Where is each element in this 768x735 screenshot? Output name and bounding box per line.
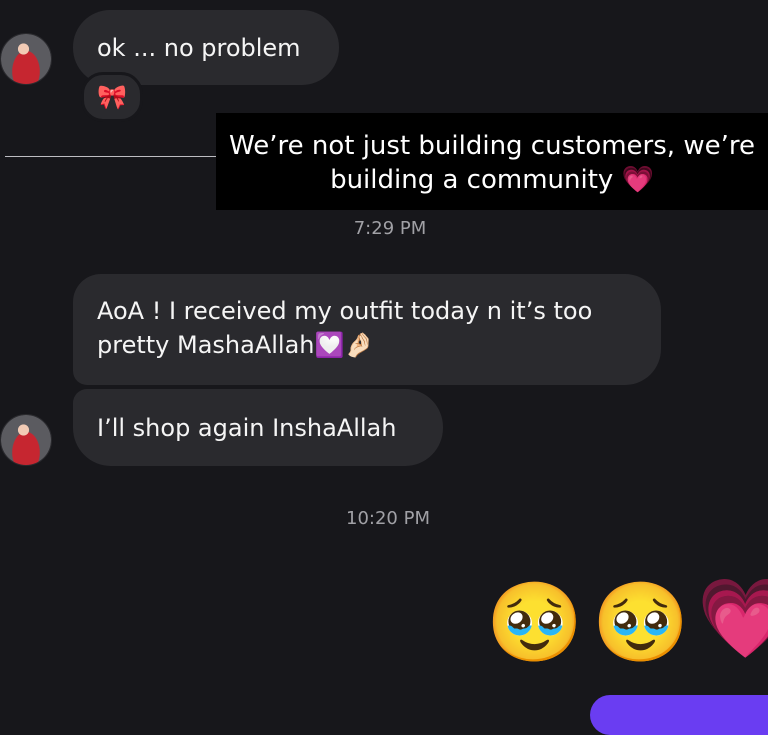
- avatar[interactable]: [0, 414, 52, 466]
- pleading-face-emoji[interactable]: 🥹: [486, 578, 583, 668]
- pleading-face-emoji[interactable]: 🥹: [592, 578, 689, 668]
- growing-heart-emoji[interactable]: 💗: [697, 574, 768, 664]
- message-text-line: pretty MashaAllah💟🤌🏻: [97, 331, 375, 359]
- story-reply-card[interactable]: We’re not just building customers, we’re…: [216, 113, 768, 210]
- message-text-line: AoA ! I received my outfit today n it’s …: [97, 297, 593, 325]
- story-text: We’re not just building customers, we’re…: [229, 131, 755, 195]
- timestamp: 10:20 PM: [346, 508, 430, 529]
- message-text: I’ll shop again InshaAllah: [97, 413, 397, 442]
- message-text: ok ... no problem: [97, 33, 301, 62]
- bow-reaction[interactable]: 🎀: [81, 72, 143, 122]
- received-message[interactable]: AoA ! I received my outfit today n it’s …: [73, 274, 661, 385]
- timestamp: 7:29 PM: [353, 218, 427, 239]
- bow-icon: 🎀: [97, 83, 127, 111]
- story-reply-line: [5, 156, 216, 157]
- avatar[interactable]: [0, 33, 52, 85]
- received-message[interactable]: I’ll shop again InshaAllah: [73, 389, 443, 466]
- sent-message-bubble[interactable]: [590, 695, 768, 735]
